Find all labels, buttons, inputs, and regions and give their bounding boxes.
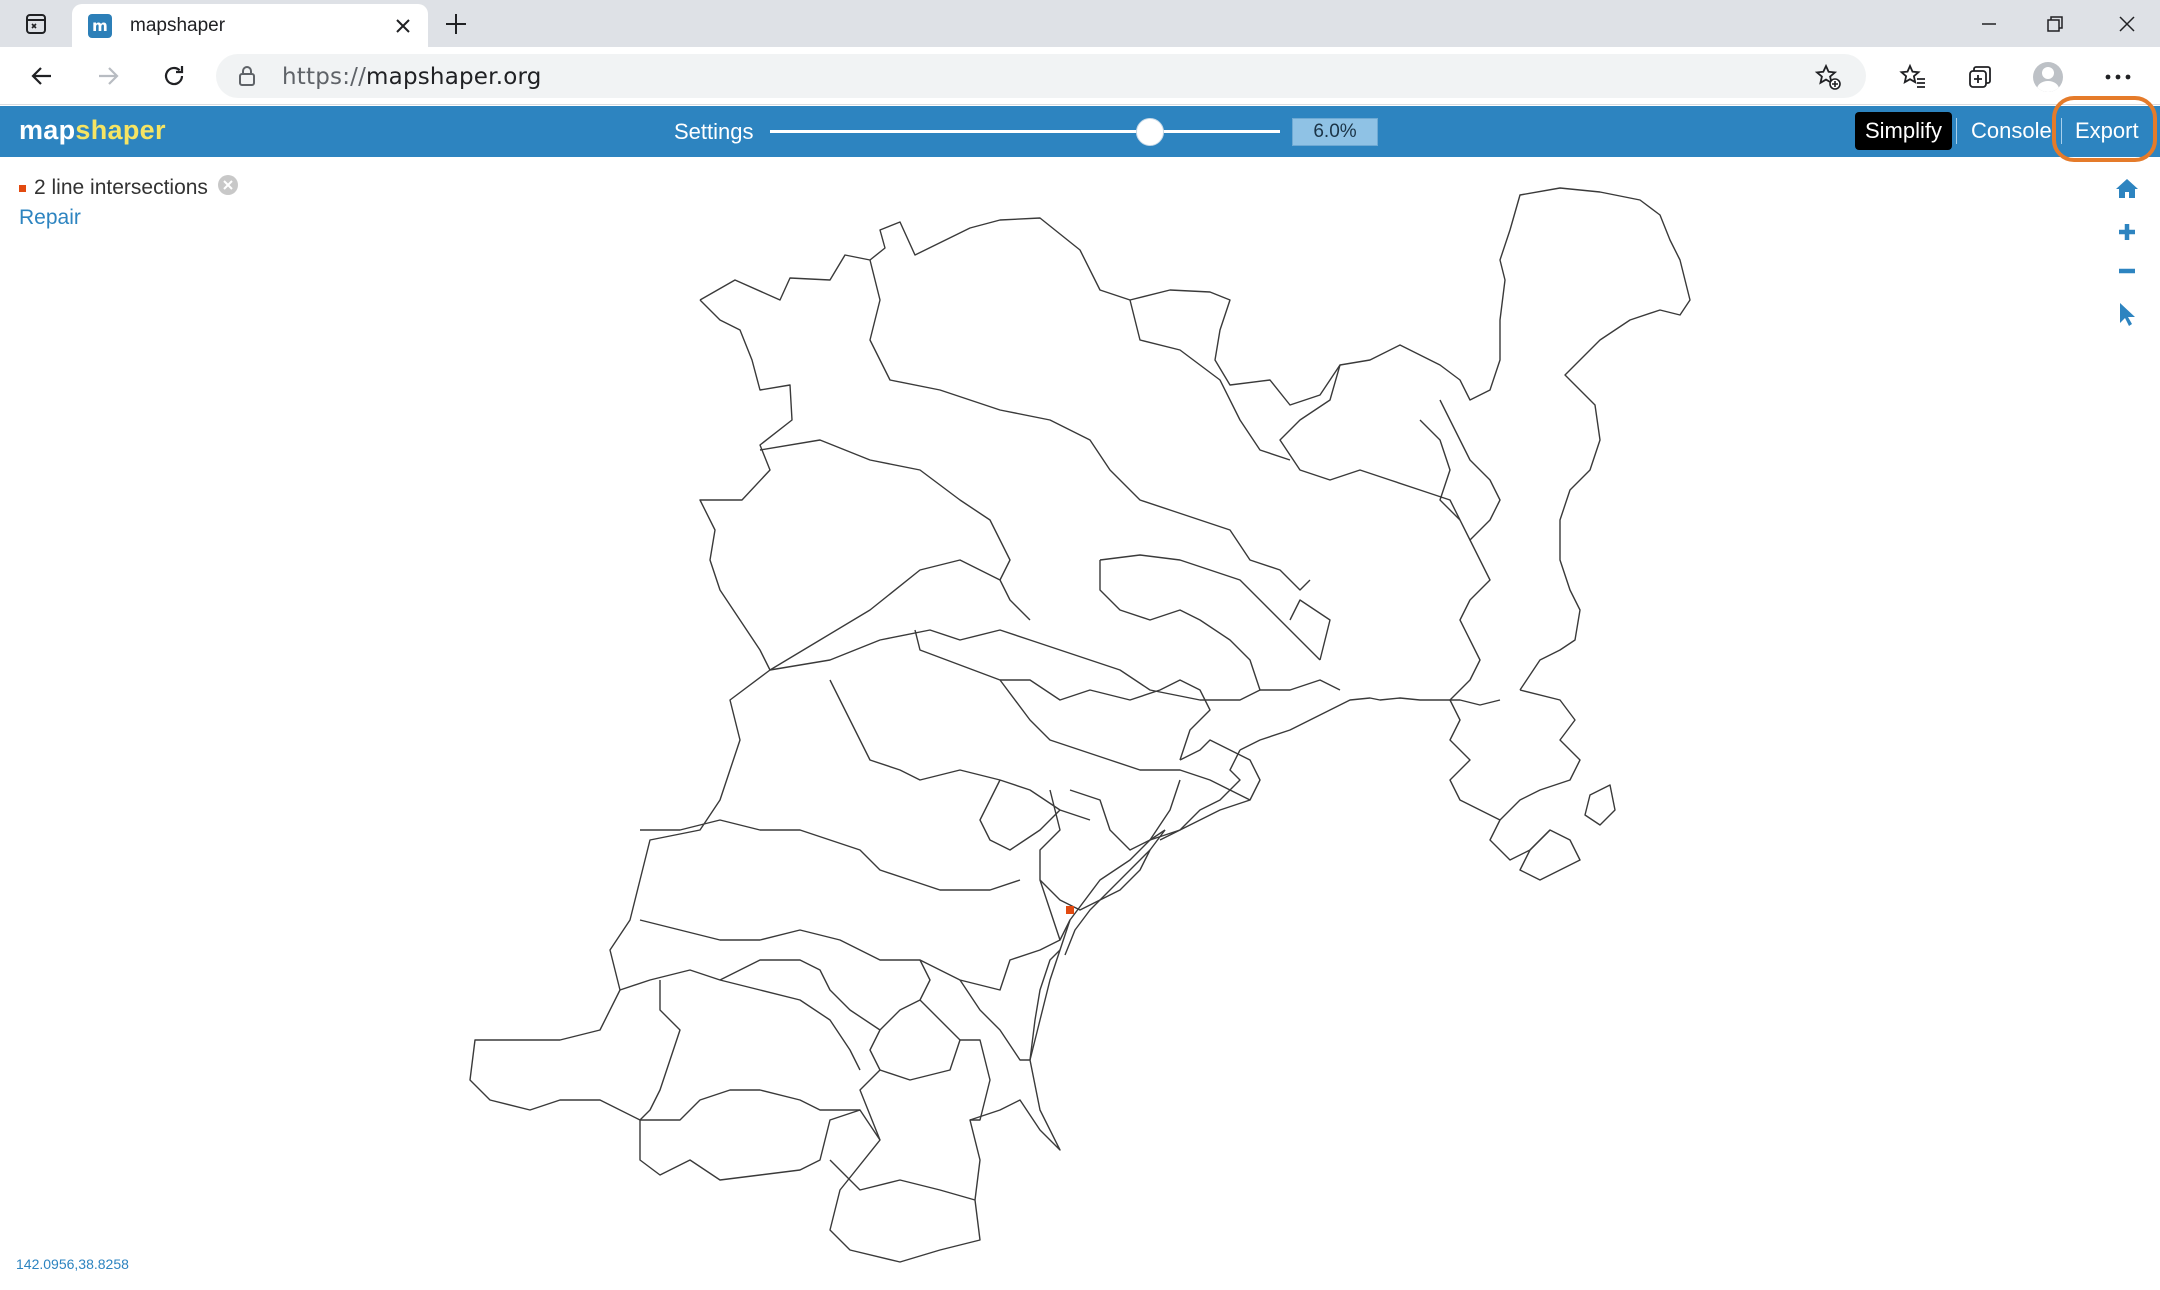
browser-tab-bar: m mapshaper bbox=[0, 0, 2160, 47]
settings-button[interactable]: Settings bbox=[674, 119, 754, 145]
map-boundary bbox=[829, 1159, 976, 1201]
map-boundary bbox=[769, 559, 1031, 671]
restore-icon[interactable] bbox=[2022, 0, 2088, 47]
back-icon[interactable] bbox=[22, 56, 62, 96]
map-boundary bbox=[769, 629, 1261, 701]
map-boundary bbox=[639, 980, 681, 1121]
collections-icon[interactable] bbox=[1962, 59, 1998, 95]
map-coastline bbox=[1239, 697, 1501, 751]
browser-toolbar: https://mapshaper.org bbox=[0, 47, 2160, 105]
map-boundary bbox=[960, 1039, 991, 1121]
map-outline bbox=[469, 299, 1166, 1263]
map-boundary bbox=[619, 969, 861, 1071]
console-button[interactable]: Console bbox=[1971, 112, 2052, 150]
export-highlight-ring bbox=[2052, 96, 2157, 162]
url-text: https://mapshaper.org bbox=[282, 64, 542, 90]
simplify-slider[interactable] bbox=[770, 118, 1280, 146]
avatar-icon bbox=[2033, 62, 2063, 92]
tab-actions-icon[interactable] bbox=[14, 8, 58, 40]
pointer-icon[interactable] bbox=[2110, 297, 2144, 331]
simplify-percent-field[interactable]: 6.0% bbox=[1292, 118, 1378, 146]
mapshaper-header: mapshaper Settings 6.0% Simplify Console… bbox=[0, 106, 2160, 157]
favorites-icon[interactable] bbox=[1895, 59, 1931, 95]
map-boundary bbox=[759, 439, 1011, 581]
home-icon[interactable] bbox=[2110, 171, 2144, 205]
map-boundary bbox=[719, 959, 881, 1031]
map-boundary bbox=[1279, 364, 1471, 541]
map-boundary bbox=[914, 629, 1251, 801]
map-outline bbox=[699, 187, 1691, 691]
map-outline bbox=[1439, 399, 1581, 821]
add-favorite-icon[interactable] bbox=[1814, 63, 1842, 96]
header-separator bbox=[1956, 118, 1957, 144]
profile-avatar[interactable] bbox=[2030, 59, 2066, 95]
intersection-marker[interactable] bbox=[1066, 906, 1074, 914]
intersection-message: 2 line intersections bbox=[19, 174, 239, 202]
clear-intersections-icon[interactable] bbox=[217, 174, 239, 202]
map-boundary bbox=[1000, 679, 1211, 761]
close-tab-icon[interactable] bbox=[388, 11, 418, 41]
mapshaper-favicon-icon: m bbox=[88, 13, 112, 38]
intersection-text: 2 line intersections bbox=[34, 176, 208, 199]
map-coastline bbox=[1159, 749, 1241, 841]
more-options-icon[interactable] bbox=[2100, 59, 2136, 95]
slider-track bbox=[770, 130, 1280, 133]
new-tab-icon[interactable] bbox=[440, 8, 472, 40]
map-outline bbox=[1519, 829, 1581, 881]
map-boundary bbox=[1149, 739, 1261, 841]
browser-tab[interactable]: m mapshaper bbox=[72, 4, 428, 47]
map-boundary bbox=[640, 1089, 860, 1121]
slider-handle[interactable] bbox=[1135, 118, 1164, 146]
simplify-button[interactable]: Simplify bbox=[1855, 112, 1953, 150]
map-boundary bbox=[859, 959, 931, 1141]
map-boundary bbox=[829, 679, 1091, 821]
map-boundary bbox=[1099, 554, 1321, 661]
map-boundary bbox=[1099, 560, 1341, 691]
map-boundary bbox=[879, 999, 961, 1081]
intersection-dot-icon bbox=[19, 184, 26, 192]
map-canvas[interactable] bbox=[0, 157, 2160, 1290]
map-outline bbox=[1584, 784, 1616, 826]
reload-icon[interactable] bbox=[154, 56, 194, 96]
lock-icon bbox=[238, 65, 256, 92]
forward-icon[interactable] bbox=[88, 56, 128, 96]
minimize-icon[interactable] bbox=[1956, 0, 2022, 47]
mapshaper-logo: mapshaper bbox=[19, 115, 166, 145]
tab-title: mapshaper bbox=[130, 14, 226, 36]
address-bar[interactable]: https://mapshaper.org bbox=[216, 54, 1866, 98]
map-boundary bbox=[639, 919, 1061, 991]
map-boundary bbox=[1419, 419, 1461, 521]
map-boundary bbox=[979, 779, 1061, 851]
zoom-out-icon[interactable] bbox=[2110, 254, 2144, 288]
map-outline bbox=[1489, 819, 1551, 861]
map-boundary bbox=[1069, 779, 1181, 851]
zoom-in-icon[interactable] bbox=[2110, 215, 2144, 249]
close-window-icon[interactable] bbox=[2094, 0, 2160, 47]
repair-link[interactable]: Repair bbox=[19, 206, 81, 230]
coordinates-readout: 142.0956,38.8258 bbox=[16, 1256, 129, 1272]
map-boundary bbox=[959, 979, 1030, 1061]
map-boundary bbox=[1289, 599, 1331, 661]
